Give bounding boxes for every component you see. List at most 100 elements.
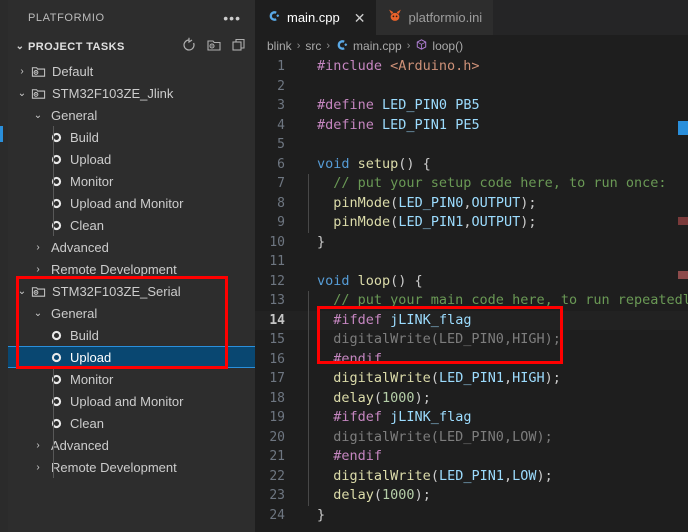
chevron-down-icon[interactable]: ⌄ xyxy=(14,88,30,99)
code-line[interactable]: 21 #endif xyxy=(255,447,688,467)
code-token: digitalWrite xyxy=(333,370,431,386)
chevron-down-icon[interactable]: ⌄ xyxy=(30,308,46,319)
breadcrumb-item-loop-[interactable]: loop() xyxy=(415,38,463,54)
task-bullet-icon xyxy=(48,153,65,166)
editor-tab-main-cpp[interactable]: main.cpp ✕ xyxy=(255,0,377,35)
tree-item-stm32f103ze-jlink[interactable]: ⌄ STM32F103ZE_Jlink xyxy=(8,82,255,104)
configure-folder-icon[interactable] xyxy=(206,37,222,53)
editor-tab-bar[interactable]: main.cpp ✕ platformio.ini xyxy=(255,0,688,35)
code-line[interactable]: 16 #endif xyxy=(255,349,688,369)
tree-item-upload[interactable]: Upload xyxy=(8,148,255,170)
code-token: PB5 xyxy=(455,97,480,113)
tree-item-general[interactable]: ⌄ General xyxy=(8,302,255,324)
platformio-file-icon xyxy=(388,9,402,26)
code-editor[interactable]: 1 #include <Arduino.h> 2 3 #define LED_PIN0 … xyxy=(255,57,688,532)
code-line[interactable]: 17 digitalWrite(LED_PIN1,HIGH); xyxy=(255,369,688,389)
code-token: digitalWrite(LED_PIN0,HIGH); xyxy=(317,331,561,347)
editor-tab-platformio-ini[interactable]: platformio.ini xyxy=(376,0,494,35)
chevron-right-icon[interactable]: › xyxy=(30,264,46,275)
code-token: #define xyxy=(317,116,383,133)
tree-item-advanced[interactable]: › Advanced xyxy=(8,236,255,258)
code-line[interactable]: 9 pinMode(LED_PIN1,OUTPUT); xyxy=(255,213,688,233)
tree-item-remote-development[interactable]: › Remote Development xyxy=(8,258,255,280)
line-number: 17 xyxy=(269,371,285,386)
code-text: // put your setup code here, to run once… xyxy=(307,174,688,194)
breadcrumb-item-blink[interactable]: blink xyxy=(267,39,292,53)
close-icon[interactable]: ✕ xyxy=(354,11,366,25)
chevron-right-icon[interactable]: › xyxy=(30,440,46,451)
code-line[interactable]: 8 pinMode(LED_PIN0,OUTPUT); xyxy=(255,193,688,213)
project-tasks-section-header[interactable]: ⌄ PROJECT TASKS xyxy=(8,35,255,58)
code-line[interactable]: 1 #include <Arduino.h> xyxy=(255,57,688,77)
code-line[interactable]: 20 digitalWrite(LED_PIN0,LOW); xyxy=(255,427,688,447)
tree-item-upload-and-monitor[interactable]: Upload and Monitor xyxy=(8,192,255,214)
code-text: void setup() { xyxy=(307,155,688,175)
symbol-method-icon xyxy=(415,38,428,54)
code-token: , xyxy=(503,467,513,484)
chevron-right-icon[interactable]: › xyxy=(30,462,46,473)
collapse-all-icon[interactable] xyxy=(231,37,247,53)
sidebar-more-actions-button[interactable]: ••• xyxy=(223,11,241,25)
code-line[interactable]: 19 #ifdef jLINK_flag xyxy=(255,408,688,428)
code-line[interactable]: 23 delay(1000); xyxy=(255,486,688,506)
tree-item-clean[interactable]: Clean xyxy=(8,214,255,236)
code-line[interactable]: 4 #define LED_PIN1 PE5 xyxy=(255,116,688,136)
breadcrumb-item-src[interactable]: src xyxy=(305,39,321,53)
chevron-down-icon[interactable]: ⌄ xyxy=(14,286,30,297)
breadcrumb-item-main-cpp[interactable]: main.cpp xyxy=(335,38,402,55)
code-line[interactable]: 6 void setup() { xyxy=(255,155,688,175)
breadcrumb[interactable]: blink › src › main.cpp › loop() xyxy=(255,35,688,57)
code-line[interactable]: 14 #ifdef jLINK_flag xyxy=(255,310,688,330)
line-number: 23 xyxy=(269,488,285,503)
code-indent-guide xyxy=(308,447,309,467)
code-line[interactable]: 7 // put your setup code here, to run on… xyxy=(255,174,688,194)
chevron-right-icon[interactable]: › xyxy=(30,242,46,253)
project-tasks-tree[interactable]: › Default ⌄ STM32F103ZE_Jlink ⌄ General Build U… xyxy=(8,60,261,478)
chevron-down-icon[interactable]: ⌄ xyxy=(30,110,46,121)
code-line[interactable]: 3 #define LED_PIN0 PB5 xyxy=(255,96,688,116)
code-token: jLINK_flag xyxy=(390,409,472,425)
tree-item-clean[interactable]: Clean xyxy=(8,412,255,434)
refresh-icon[interactable] xyxy=(181,37,197,53)
code-line[interactable]: 24} xyxy=(255,506,688,526)
overview-ruler[interactable] xyxy=(674,57,688,532)
tree-item-upload[interactable]: Upload xyxy=(8,346,261,368)
code-line[interactable]: 11 xyxy=(255,252,688,272)
code-line[interactable]: 2 xyxy=(255,77,688,97)
code-token: ); xyxy=(414,487,431,503)
tree-item-monitor[interactable]: Monitor xyxy=(8,170,255,192)
breadcrumb-separator: › xyxy=(406,40,411,52)
tab-bar-empty-space xyxy=(493,0,688,35)
code-text: digitalWrite(LED_PIN0,HIGH); xyxy=(307,330,688,350)
code-line[interactable]: 12 void loop() { xyxy=(255,272,688,292)
code-token: ( xyxy=(430,467,439,484)
tree-item-upload-and-monitor[interactable]: Upload and Monitor xyxy=(8,390,255,412)
line-number: 18 xyxy=(269,390,285,406)
tree-item-default[interactable]: › Default xyxy=(8,60,255,82)
code-line[interactable]: 15 digitalWrite(LED_PIN0,HIGH); xyxy=(255,330,688,350)
tree-item-advanced[interactable]: › Advanced xyxy=(8,434,255,456)
code-text: delay(1000); xyxy=(307,388,688,408)
code-line[interactable]: 10} xyxy=(255,233,688,253)
activity-bar[interactable] xyxy=(0,0,8,532)
code-text: void loop() { xyxy=(307,272,688,292)
task-bullet-icon xyxy=(48,351,65,364)
tab-label: platformio.ini xyxy=(408,10,483,25)
tree-item-remote-development[interactable]: › Remote Development xyxy=(8,456,255,478)
tree-item-label: STM32F103ZE_Jlink xyxy=(52,85,174,101)
code-line[interactable]: 13 // put your main code here, to run re… xyxy=(255,291,688,311)
tree-item-stm32f103ze-serial[interactable]: ⌄ STM32F103ZE_Serial xyxy=(8,280,255,302)
tree-item-build[interactable]: Build xyxy=(8,126,255,148)
tree-item-build[interactable]: Build xyxy=(8,324,255,346)
code-line[interactable]: 5 xyxy=(255,135,688,155)
tree-item-monitor[interactable]: Monitor xyxy=(8,368,255,390)
code-line[interactable]: 18 delay(1000); xyxy=(255,388,688,408)
tree-item-general[interactable]: ⌄ General xyxy=(8,104,255,126)
code-line[interactable]: 22 digitalWrite(LED_PIN1,LOW); xyxy=(255,466,688,486)
chevron-right-icon[interactable]: › xyxy=(14,66,30,77)
